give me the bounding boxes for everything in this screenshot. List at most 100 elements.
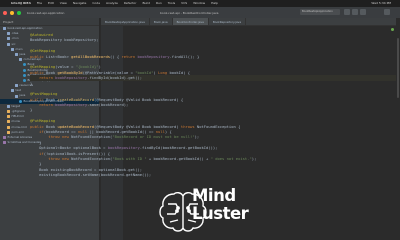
code-token: public [30, 69, 47, 75]
code-token: bookRepository [55, 75, 88, 81]
code-token: + bookRecord.getBookId() + [148, 155, 211, 161]
code-token: (@RequestBody @Valid Book bookRecord) [94, 123, 181, 129]
menu-item[interactable]: Navigate [73, 0, 86, 7]
code-token: || bookRecord.getBookId() == [89, 129, 156, 135]
code-token: ); [251, 155, 257, 161]
editor-tab[interactable]: BookRepository.java [209, 18, 247, 25]
xml-file-icon [7, 115, 10, 119]
java-file-icon [23, 68, 26, 72]
code-token: (bookRecord == [43, 129, 79, 135]
folder-icon [7, 104, 10, 108]
code-token: ) { [164, 129, 172, 135]
code-token: null [155, 129, 165, 135]
mindluster-wordmark: Mind Luster [192, 187, 249, 223]
code-token: throw new [30, 155, 72, 161]
code-token: return [121, 53, 138, 59]
scrollbar-thumb[interactable] [397, 38, 399, 98]
code-token: getAllBookRecords [71, 53, 111, 59]
code-token: List<Book> [46, 53, 72, 59]
code-token: Book [46, 123, 58, 129]
code-token: public [30, 53, 47, 59]
code-token: NotFoundException( [71, 134, 113, 140]
folder-icon [19, 58, 22, 62]
code-token: @GetMapping [30, 64, 56, 70]
code-token: "BookRecord or ID must not be null!" [112, 134, 195, 140]
xml-file-icon [7, 120, 10, 124]
editor-scrollbar[interactable] [396, 18, 400, 240]
code-token: Optional<Book> optionalBook = [30, 145, 108, 151]
folder-icon [3, 27, 6, 31]
code-token: .save(bookRecord); [87, 102, 129, 108]
close-window-button[interactable] [3, 10, 7, 15]
stop-icon[interactable] [360, 9, 366, 15]
folder-icon [11, 47, 14, 51]
folder-icon [15, 53, 18, 57]
code-line[interactable]: existingBookRecord.setName(bookRecord.ge… [30, 172, 396, 177]
inspection-ok-icon[interactable] [391, 28, 394, 31]
menu-item[interactable]: Help [211, 0, 218, 7]
code-token: } [30, 107, 33, 113]
menu-item[interactable]: Edit [48, 0, 54, 7]
code-token: } [30, 139, 42, 145]
editor-tab[interactable]: Book.java [150, 18, 173, 25]
menu-item[interactable]: Refactor [124, 0, 137, 7]
code-token: "{bookId}" [75, 64, 99, 70]
folder-icon [7, 42, 10, 46]
code-area[interactable]: @Autowired BookRepository bookRepository;… [30, 32, 396, 178]
java-file-icon [23, 73, 26, 77]
window-title: book-rest-api - BookRestController.java [160, 10, 219, 15]
clock: Wed 5:34 PM [371, 1, 391, 5]
search-icon[interactable] [384, 9, 390, 15]
library-icon [3, 136, 6, 140]
code-token: @Autowired [30, 32, 53, 37]
run-icon[interactable] [344, 9, 350, 15]
code-token: throws [180, 123, 197, 129]
maximize-window-button[interactable] [17, 10, 21, 15]
code-token: public [30, 123, 47, 129]
code-token: @PostMapping [30, 91, 58, 97]
menu-item[interactable]: Analyze [106, 0, 118, 7]
run-config-dropdown[interactable]: BookRestApiApplication [300, 9, 340, 15]
menu-item[interactable]: View [60, 0, 67, 7]
code-token: getBookById [57, 69, 83, 75]
menu-item[interactable]: File [37, 0, 42, 7]
menu-item[interactable]: Tools [168, 0, 175, 7]
code-token: return [30, 102, 56, 108]
code-token: public [30, 96, 47, 102]
code-token: () { [110, 53, 122, 59]
menu-item[interactable]: Build [142, 0, 150, 7]
code-token: (@RequestBody @Valid Book bookRecord) { [94, 96, 184, 102]
code-token: " does not exist." [210, 155, 252, 161]
menu-item[interactable]: Code [92, 0, 100, 7]
folder-icon [15, 84, 18, 88]
code-token: "bookId" [135, 69, 154, 75]
code-token: createBookRecord [57, 96, 95, 102]
project-name[interactable]: book-rest-api-application [27, 11, 64, 15]
minimize-window-button[interactable] [10, 10, 14, 15]
code-token: ); [194, 134, 200, 140]
menu-item[interactable]: Run [156, 0, 162, 7]
window-title-bar: book-rest-api-application book-rest-api … [0, 7, 400, 18]
code-token: null [78, 129, 90, 135]
code-token: (value = [55, 64, 76, 70]
menu-item[interactable]: Window [193, 0, 205, 7]
editor-tab[interactable]: BookController.java [172, 18, 209, 25]
code-token: bookRepository [107, 145, 140, 151]
menu-item[interactable]: IntelliJ IDEA [11, 0, 31, 7]
folder-icon [7, 37, 10, 41]
code-token: updateBookRecord [57, 123, 95, 129]
debug-icon[interactable] [352, 9, 358, 15]
editor-tab[interactable]: BookRestApiApplication.java [101, 18, 150, 25]
code-token: Book [46, 96, 58, 102]
project-panel-header[interactable]: Project [0, 18, 99, 26]
code-token: bookRepository [137, 53, 170, 59]
code-token: (@PathVariable(value = [82, 69, 136, 75]
code-token: throw new [30, 134, 72, 140]
code-token: .findById(bookId).get(); [87, 75, 143, 81]
code-token: } [30, 80, 33, 86]
code-token: .findAll(); } [169, 53, 200, 59]
code-token: .findById(bookRecord.getBookId()); [139, 145, 218, 151]
menu-item[interactable]: VCS [181, 0, 187, 7]
folder-icon [7, 32, 10, 36]
code-token: BookRepository bookRepository; [30, 37, 99, 43]
